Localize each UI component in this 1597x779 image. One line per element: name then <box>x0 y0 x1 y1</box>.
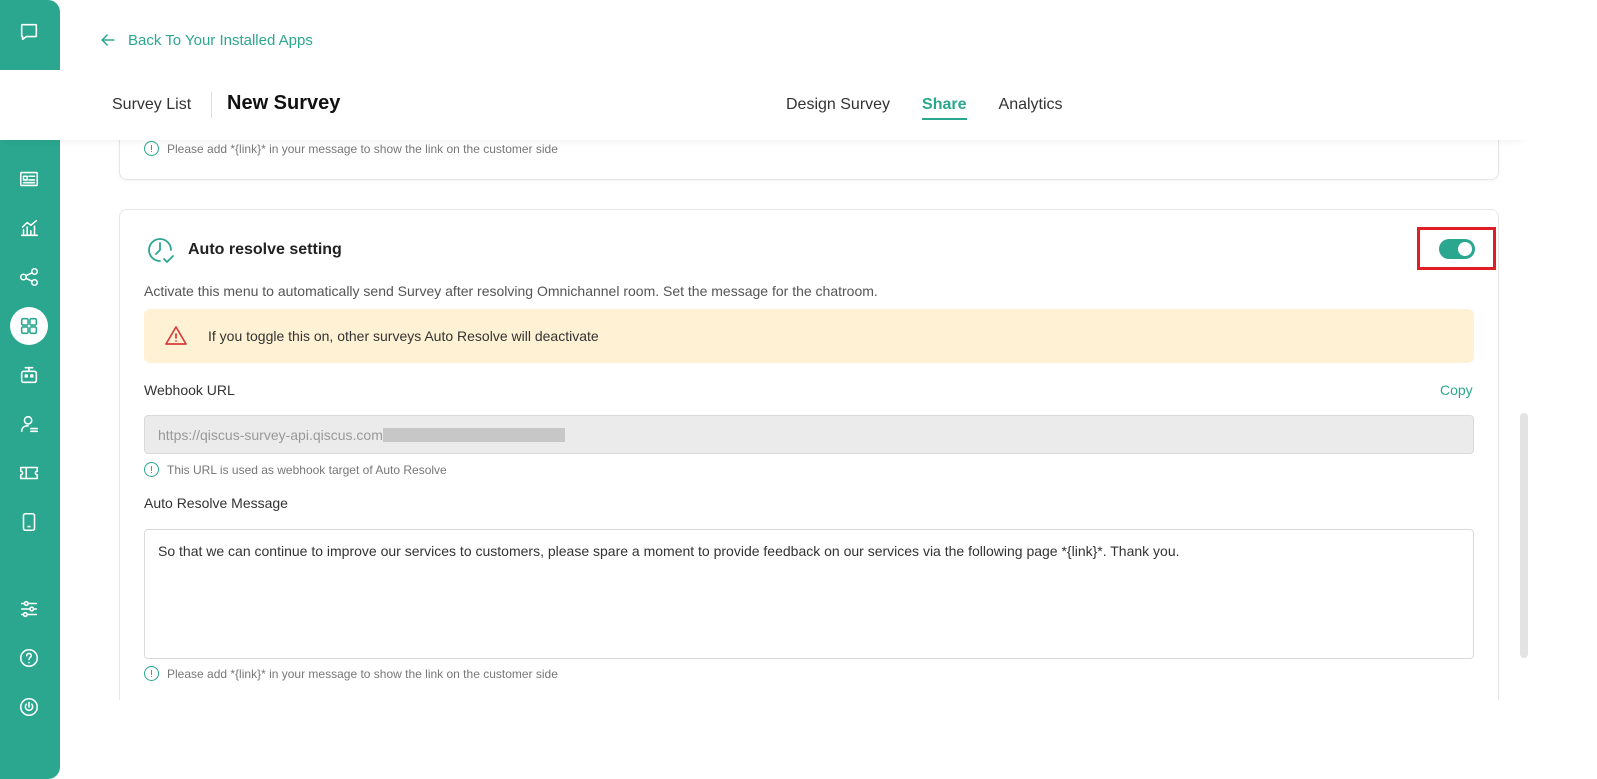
webhook-hint: This URL is used as webhook target of Au… <box>144 462 447 477</box>
warning-triangle-icon <box>165 326 187 345</box>
auto-resolve-message-label: Auto Resolve Message <box>144 495 288 511</box>
auto-resolve-description: Activate this menu to automatically send… <box>144 283 878 299</box>
survey-header: Survey List New Survey Design Survey Sha… <box>0 70 1530 140</box>
auto-resolve-title: Auto resolve setting <box>188 241 342 258</box>
survey-list-breadcrumb[interactable]: Survey List <box>112 96 191 114</box>
bot-icon[interactable] <box>10 356 48 394</box>
warning-banner: If you toggle this on, other surveys Aut… <box>144 309 1474 363</box>
mobile-icon[interactable] <box>10 503 48 541</box>
share-content: Please add *{link}* in your message to s… <box>96 140 1530 700</box>
contact-card-icon[interactable] <box>10 160 48 198</box>
message-link-hint: Please add *{link}* in your message to s… <box>144 666 558 681</box>
tab-analytics[interactable]: Analytics <box>999 96 1063 120</box>
back-to-installed-apps-link[interactable]: Back To Your Installed Apps <box>98 30 313 50</box>
link-hint: Please add *{link}* in your message to s… <box>144 141 558 156</box>
webhook-hint-text: This URL is used as webhook target of Au… <box>167 462 447 477</box>
survey-tabs: Design Survey Share Analytics <box>786 96 1063 120</box>
tab-design-survey[interactable]: Design Survey <box>786 96 890 120</box>
integration-icon[interactable] <box>10 258 48 296</box>
help-icon[interactable] <box>10 639 48 677</box>
info-icon <box>144 141 159 156</box>
copy-button[interactable]: Copy <box>1440 382 1473 398</box>
webhook-url-field[interactable]: https://qiscus-survey-api.qiscus.com <box>144 415 1474 454</box>
scrollbar[interactable] <box>1520 413 1528 658</box>
page-title: New Survey <box>227 92 341 114</box>
arrow-left-icon <box>101 34 115 46</box>
toggle-highlight <box>1417 227 1496 270</box>
redacted-url-segment <box>382 427 565 442</box>
ticket-icon[interactable] <box>10 454 48 492</box>
webhook-url-value: https://qiscus-survey-api.qiscus.com <box>158 426 383 443</box>
breadcrumb-divider <box>211 92 212 118</box>
clock-check-icon <box>148 238 174 263</box>
agent-icon[interactable] <box>10 405 48 443</box>
settings-icon[interactable] <box>10 590 48 628</box>
back-link-label: Back To Your Installed Apps <box>128 31 313 49</box>
auto-resolve-message-textarea[interactable]: So that we can continue to improve our s… <box>144 529 1474 659</box>
chat-icon[interactable] <box>10 13 48 51</box>
warning-text: If you toggle this on, other surveys Aut… <box>208 328 599 344</box>
auto-resolve-header: Auto resolve setting <box>144 234 342 266</box>
info-icon <box>144 666 159 681</box>
tab-share[interactable]: Share <box>922 96 967 120</box>
info-icon <box>144 462 159 477</box>
message-link-hint-text: Please add *{link}* in your message to s… <box>167 666 558 681</box>
link-hint-text: Please add *{link}* in your message to s… <box>167 141 558 156</box>
auto-resolve-card: Auto resolve setting Activate this menu … <box>119 209 1499 700</box>
power-icon[interactable] <box>10 688 48 726</box>
analytics-icon[interactable] <box>10 209 48 247</box>
apps-icon[interactable] <box>10 307 48 345</box>
previous-card: Please add *{link}* in your message to s… <box>119 140 1499 180</box>
auto-resolve-toggle[interactable] <box>1438 238 1475 259</box>
webhook-url-label: Webhook URL <box>144 382 235 398</box>
